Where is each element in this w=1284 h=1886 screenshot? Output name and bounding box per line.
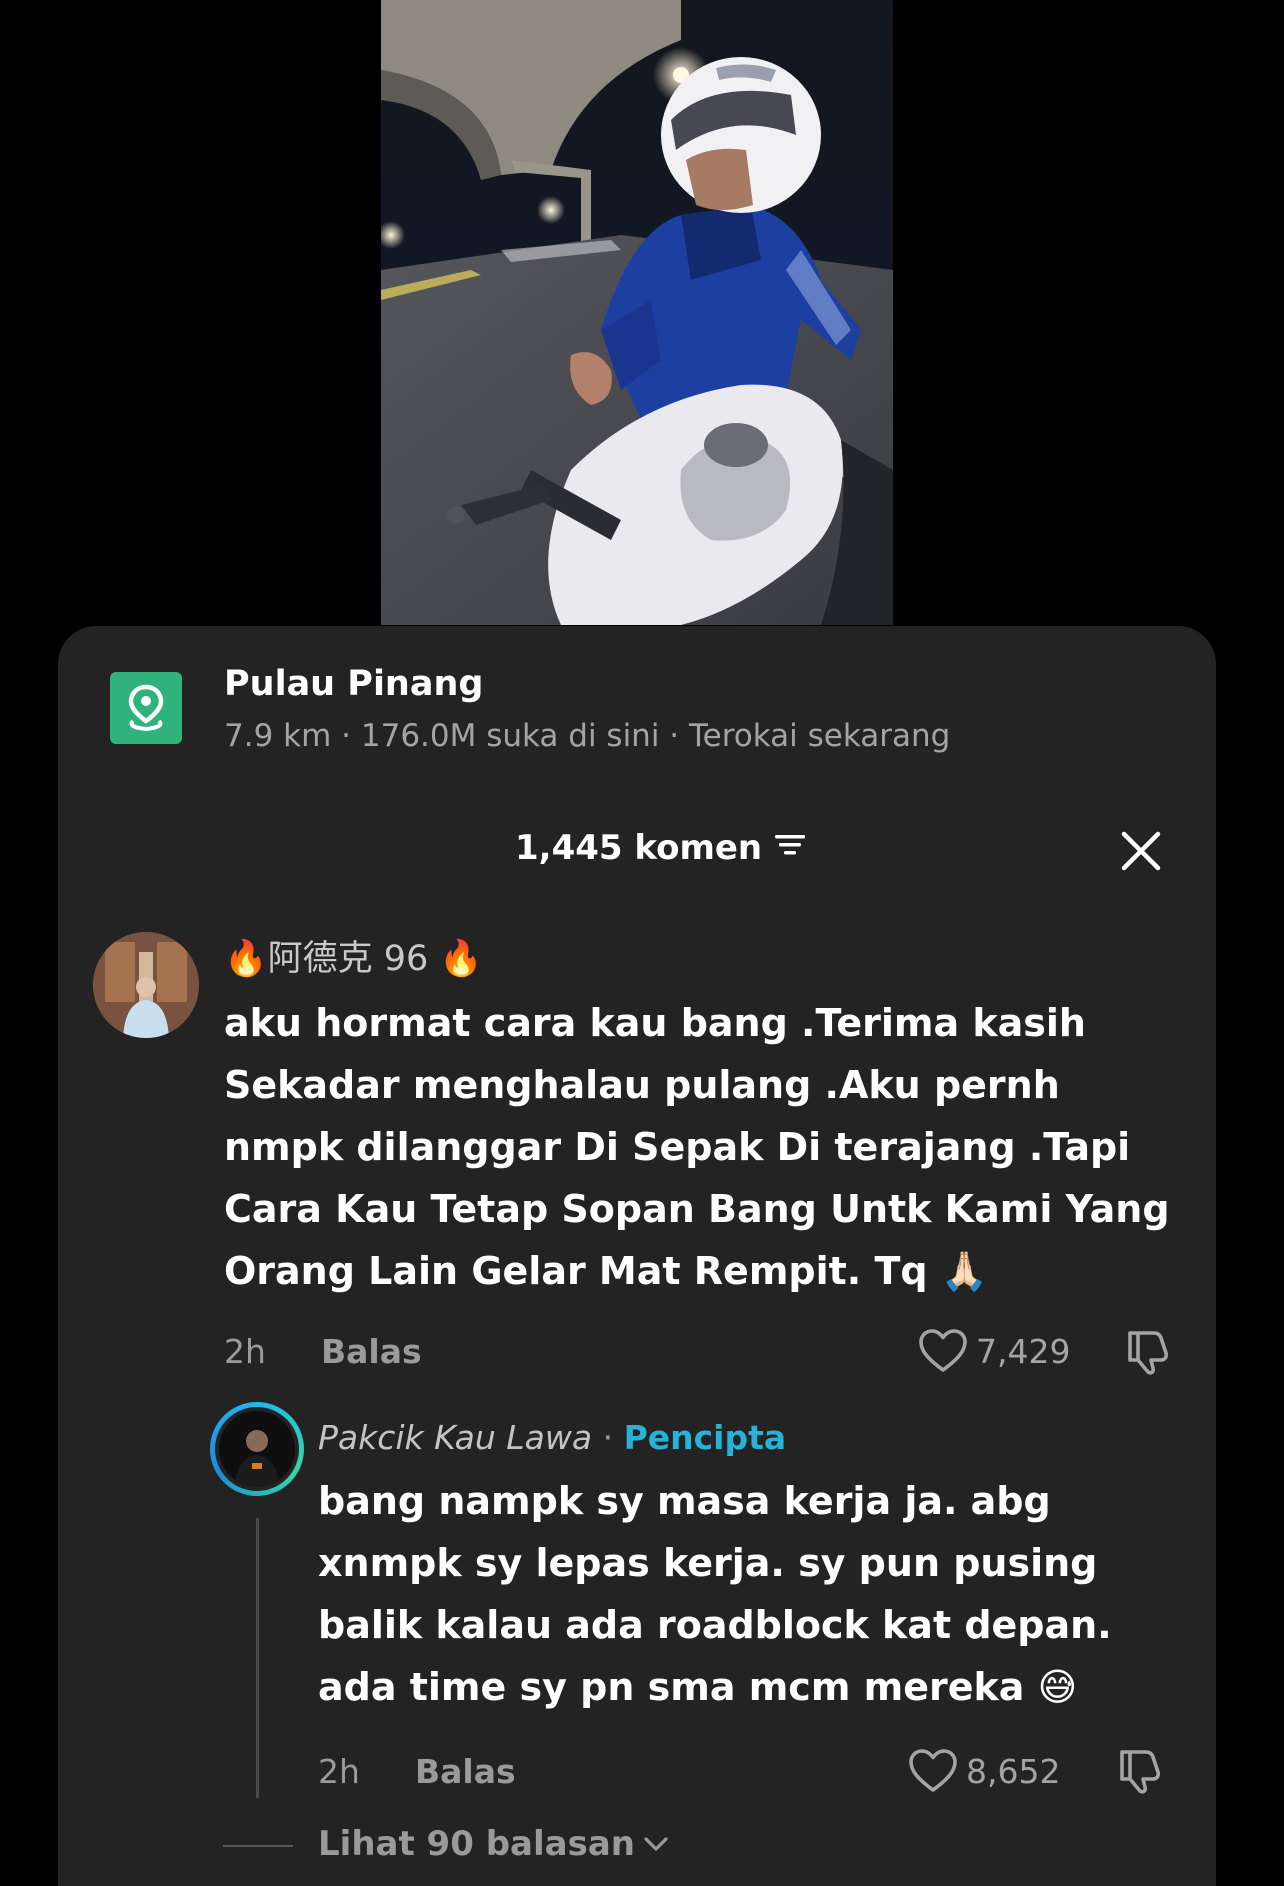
comment-text-line: nmpk dilanggar Di Sepak Di terajang .Tap… — [224, 1125, 1131, 1169]
heart-icon — [909, 1749, 957, 1792]
comment-reply-button[interactable]: Balas — [321, 1332, 422, 1371]
reply-username[interactable]: Pakcik Kau Lawa — [318, 1418, 592, 1457]
comments-count-header[interactable]: 1,445 komen — [515, 828, 806, 868]
view-replies-button[interactable]: Lihat 90 balasan — [318, 1824, 669, 1864]
comment-timestamp: 2h — [224, 1332, 266, 1371]
creator-badge: Pencipta — [623, 1418, 787, 1457]
reply-like-count: 8,652 — [966, 1751, 1061, 1791]
comment-text-line: Sekadar menghalau pulang .Aku pernh — [224, 1063, 1060, 1107]
reply-timestamp: 2h — [318, 1752, 360, 1791]
reply-like-button[interactable]: 8,652 — [908, 1748, 1060, 1794]
reply-reply-button[interactable]: Balas — [415, 1752, 516, 1791]
comment-text-line: Cara Kau Tetap Sopan Bang Untk Kami Yang — [224, 1187, 1170, 1231]
reply-text-line: bang nampk sy masa kerja ja. abg — [318, 1479, 1051, 1523]
view-replies-divider — [223, 1845, 293, 1847]
reply-avatar[interactable] — [210, 1402, 304, 1496]
reply-dislike-button[interactable] — [1114, 1746, 1164, 1796]
view-replies-label: Lihat 90 balasan — [318, 1824, 635, 1864]
location-pin-icon[interactable] — [110, 672, 182, 744]
reply-text: bang nampk sy masa kerja ja. abg xnmpk s… — [318, 1470, 1178, 1718]
video-thumbnail[interactable] — [381, 0, 893, 625]
filter-icon[interactable] — [774, 828, 806, 868]
close-icon — [1121, 831, 1161, 871]
video-scene-image — [381, 0, 893, 625]
heart-icon — [919, 1329, 967, 1372]
close-button[interactable] — [1116, 826, 1166, 876]
reply-text-line: xnmpk sy lepas kerja. sy pun pusing — [318, 1541, 1098, 1585]
chevron-down-icon — [644, 1837, 668, 1851]
reply-text-line: ada time sy pn sma mcm mereka 😅 — [318, 1665, 1078, 1709]
comment-like-count: 7,429 — [976, 1331, 1071, 1371]
location-title[interactable]: Pulau Pinang — [224, 664, 483, 704]
reply-author[interactable]: Pakcik Kau Lawa · Pencipta — [318, 1418, 786, 1457]
comment-text: aku hormat cara kau bang .Terima kasih S… — [224, 992, 1184, 1302]
dislike-icon — [1128, 1331, 1169, 1375]
reply-text-line: balik kalau ada roadblock kat depan. — [318, 1603, 1112, 1647]
location-subtitle[interactable]: 7.9 km · 176.0M suka di sini · Terokai s… — [224, 718, 950, 754]
dislike-icon — [1120, 1750, 1161, 1794]
comment-text-line: aku hormat cara kau bang .Terima kasih — [224, 1001, 1086, 1045]
comment-username[interactable]: 🔥阿德克 96 🔥 — [224, 930, 483, 981]
comments-count-label: 1,445 komen — [515, 828, 763, 868]
reply-separator: · — [602, 1418, 614, 1457]
thread-line — [256, 1518, 259, 1798]
comment-text-line: Orang Lain Gelar Mat Rempit. Tq 🙏🏻 — [224, 1249, 989, 1293]
comment-dislike-button[interactable] — [1122, 1327, 1172, 1377]
comment-like-button[interactable]: 7,429 — [918, 1328, 1070, 1374]
avatar[interactable] — [93, 932, 199, 1038]
